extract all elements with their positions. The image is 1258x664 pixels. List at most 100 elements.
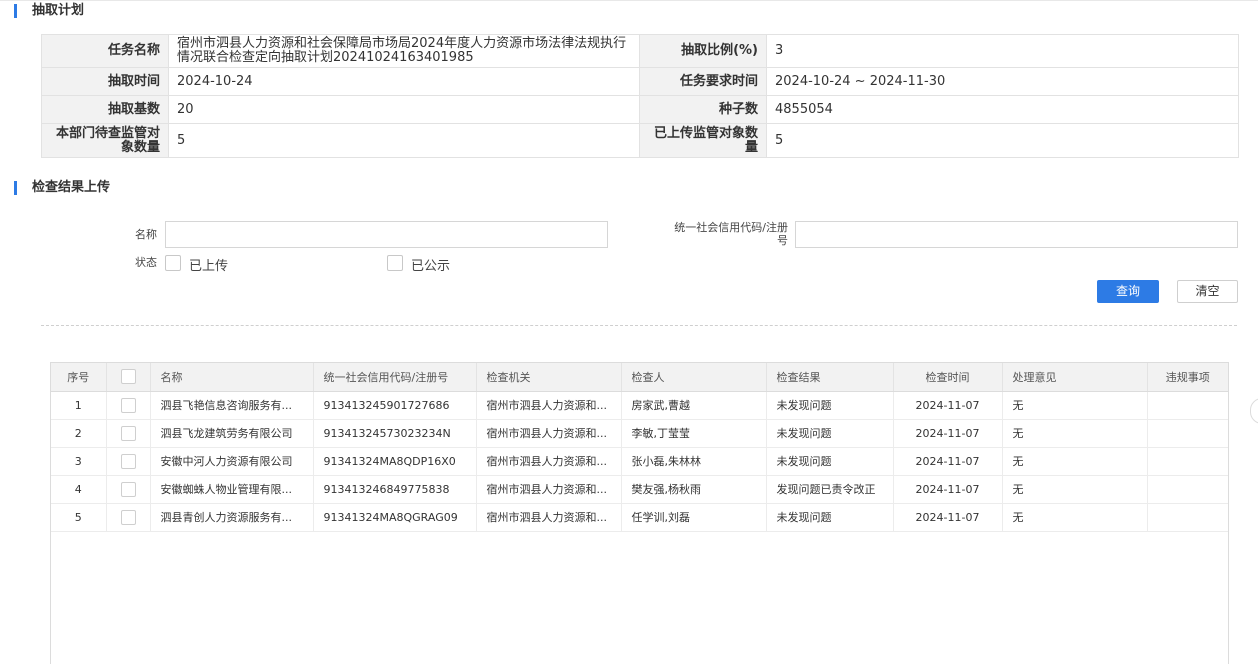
row-name: 安徽蜘蛛人物业管理有限... xyxy=(150,475,314,504)
status-uploaded-label: 已上传 xyxy=(189,259,229,274)
col-header-violation: 违规事项 xyxy=(1147,363,1228,392)
row-inspector: 房家武,曹越 xyxy=(621,391,767,420)
plan-info-table: 任务名称 宿州市泗县人力资源和社会保障局市场局2024年度人力资源市场法律法规执… xyxy=(41,34,1239,158)
col-header-name: 名称 xyxy=(150,363,314,392)
row-result: 未发现问题 xyxy=(766,391,894,420)
table-row[interactable]: 3 安徽中河人力资源有限公司 91341324MA8QDP16X0 宿州市泗县人… xyxy=(51,447,1228,476)
col-header-opinion: 处理意见 xyxy=(1002,363,1148,392)
col-header-check-time: 检查时间 xyxy=(893,363,1003,392)
row-authority: 宿州市泗县人力资源和... xyxy=(476,419,622,448)
row-opinion: 无 xyxy=(1002,391,1148,420)
table-row[interactable]: 1 泗县飞艳信息咨询服务有... 913413245901727686 宿州市泗… xyxy=(51,391,1228,420)
row-check-time: 2024-11-07 xyxy=(893,475,1003,504)
row-violation xyxy=(1147,475,1228,504)
row-violation xyxy=(1147,447,1228,476)
row-inspector: 樊友强,杨秋雨 xyxy=(621,475,767,504)
col-header-select-all[interactable] xyxy=(106,363,151,392)
row-violation xyxy=(1147,503,1228,532)
row-name: 泗县青创人力资源服务有... xyxy=(150,503,314,532)
row-checkbox[interactable] xyxy=(120,397,136,413)
row-authority: 宿州市泗县人力资源和... xyxy=(476,391,622,420)
table-row[interactable]: 4 安徽蜘蛛人物业管理有限... 913413246849775838 宿州市泗… xyxy=(51,475,1228,504)
row-checkbox[interactable] xyxy=(120,509,136,525)
col-header-result: 检查结果 xyxy=(766,363,894,392)
row-index: 4 xyxy=(51,475,107,504)
row-checkbox[interactable] xyxy=(120,481,136,497)
name-filter-input[interactable] xyxy=(165,221,608,248)
clear-button[interactable]: 清空 xyxy=(1177,280,1238,303)
row-index: 1 xyxy=(51,391,107,420)
status-uploaded-checkbox[interactable] xyxy=(165,255,181,271)
row-select[interactable] xyxy=(106,447,151,476)
row-name: 泗县飞艳信息咨询服务有... xyxy=(150,391,314,420)
row-select[interactable] xyxy=(106,391,151,420)
row-authority: 宿州市泗县人力资源和... xyxy=(476,475,622,504)
select-all-checkbox[interactable] xyxy=(120,369,136,385)
row-authority: 宿州市泗县人力资源和... xyxy=(476,447,622,476)
base-label: 抽取基数 xyxy=(41,95,169,124)
pending-count-value: 5 xyxy=(168,123,640,158)
row-credit-code: 91341324MA8QGRAG09 xyxy=(313,503,477,532)
row-violation xyxy=(1147,419,1228,448)
row-opinion: 无 xyxy=(1002,503,1148,532)
seed-value: 4855054 xyxy=(766,95,1239,124)
task-name-value: 宿州市泗县人力资源和社会保障局市场局2024年度人力资源市场法律法规执行情况联合… xyxy=(168,34,640,68)
row-select[interactable] xyxy=(106,475,151,504)
upload-section-title: 检查结果上传 xyxy=(14,181,110,195)
required-time-label: 任务要求时间 xyxy=(639,67,767,96)
row-result: 未发现问题 xyxy=(766,447,894,476)
ratio-label: 抽取比例(%) xyxy=(639,34,767,68)
row-result: 未发现问题 xyxy=(766,503,894,532)
table-row[interactable]: 5 泗县青创人力资源服务有... 91341324MA8QGRAG09 宿州市泗… xyxy=(51,503,1228,532)
row-result: 未发现问题 xyxy=(766,419,894,448)
table-row[interactable]: 2 泗县飞龙建筑劳务有限公司 91341324573023234N 宿州市泗县人… xyxy=(51,419,1228,448)
row-inspector: 任学训,刘磊 xyxy=(621,503,767,532)
task-name-label: 任务名称 xyxy=(41,34,169,68)
row-opinion: 无 xyxy=(1002,447,1148,476)
row-checkbox[interactable] xyxy=(120,425,136,441)
row-check-time: 2024-11-07 xyxy=(893,447,1003,476)
row-select[interactable] xyxy=(106,419,151,448)
extract-time-value: 2024-10-24 xyxy=(168,67,640,96)
pending-count-label: 本部门待查监管对象数量 xyxy=(41,123,169,158)
col-header-credit-code: 统一社会信用代码/注册号 xyxy=(313,363,477,392)
row-authority: 宿州市泗县人力资源和... xyxy=(476,503,622,532)
col-header-inspector: 检查人 xyxy=(621,363,767,392)
row-check-time: 2024-11-07 xyxy=(893,419,1003,448)
status-published-checkbox[interactable] xyxy=(387,255,403,271)
row-name: 安徽中河人力资源有限公司 xyxy=(150,447,314,476)
row-credit-code: 913413246849775838 xyxy=(313,475,477,504)
side-float-tab[interactable] xyxy=(1250,398,1258,424)
row-index: 5 xyxy=(51,503,107,532)
row-result: 发现问题已责令改正 xyxy=(766,475,894,504)
row-checkbox[interactable] xyxy=(120,453,136,469)
row-name: 泗县飞龙建筑劳务有限公司 xyxy=(150,419,314,448)
col-header-index: 序号 xyxy=(51,363,107,392)
name-filter-label: 名称 xyxy=(135,228,157,241)
row-inspector: 张小磊,朱林林 xyxy=(621,447,767,476)
extract-time-label: 抽取时间 xyxy=(41,67,169,96)
results-grid: 序号 名称 统一社会信用代码/注册号 检查机关 检查人 检查结果 检查时间 处理… xyxy=(50,362,1229,664)
row-check-time: 2024-11-07 xyxy=(893,503,1003,532)
row-violation xyxy=(1147,391,1228,420)
seed-label: 种子数 xyxy=(639,95,767,124)
row-credit-code: 91341324573023234N xyxy=(313,419,477,448)
row-opinion: 无 xyxy=(1002,419,1148,448)
status-filter-label: 状态 xyxy=(135,256,157,269)
query-button[interactable]: 查询 xyxy=(1097,280,1159,303)
uploaded-count-value: 5 xyxy=(766,123,1239,158)
uploaded-count-label: 已上传监管对象数量 xyxy=(639,123,767,158)
row-check-time: 2024-11-07 xyxy=(893,391,1003,420)
results-table: 序号 名称 统一社会信用代码/注册号 检查机关 检查人 检查结果 检查时间 处理… xyxy=(51,363,1228,532)
row-select[interactable] xyxy=(106,503,151,532)
status-published-label: 已公示 xyxy=(411,259,451,274)
col-header-authority: 检查机关 xyxy=(476,363,622,392)
row-index: 2 xyxy=(51,419,107,448)
plan-section-title: 抽取计划 xyxy=(14,4,84,18)
row-opinion: 无 xyxy=(1002,475,1148,504)
section-divider xyxy=(41,325,1237,326)
ratio-value: 3 xyxy=(766,34,1239,68)
credit-code-filter-input[interactable] xyxy=(795,221,1238,248)
base-value: 20 xyxy=(168,95,640,124)
credit-code-filter-label: 统一社会信用代码/注册号 xyxy=(674,221,788,247)
